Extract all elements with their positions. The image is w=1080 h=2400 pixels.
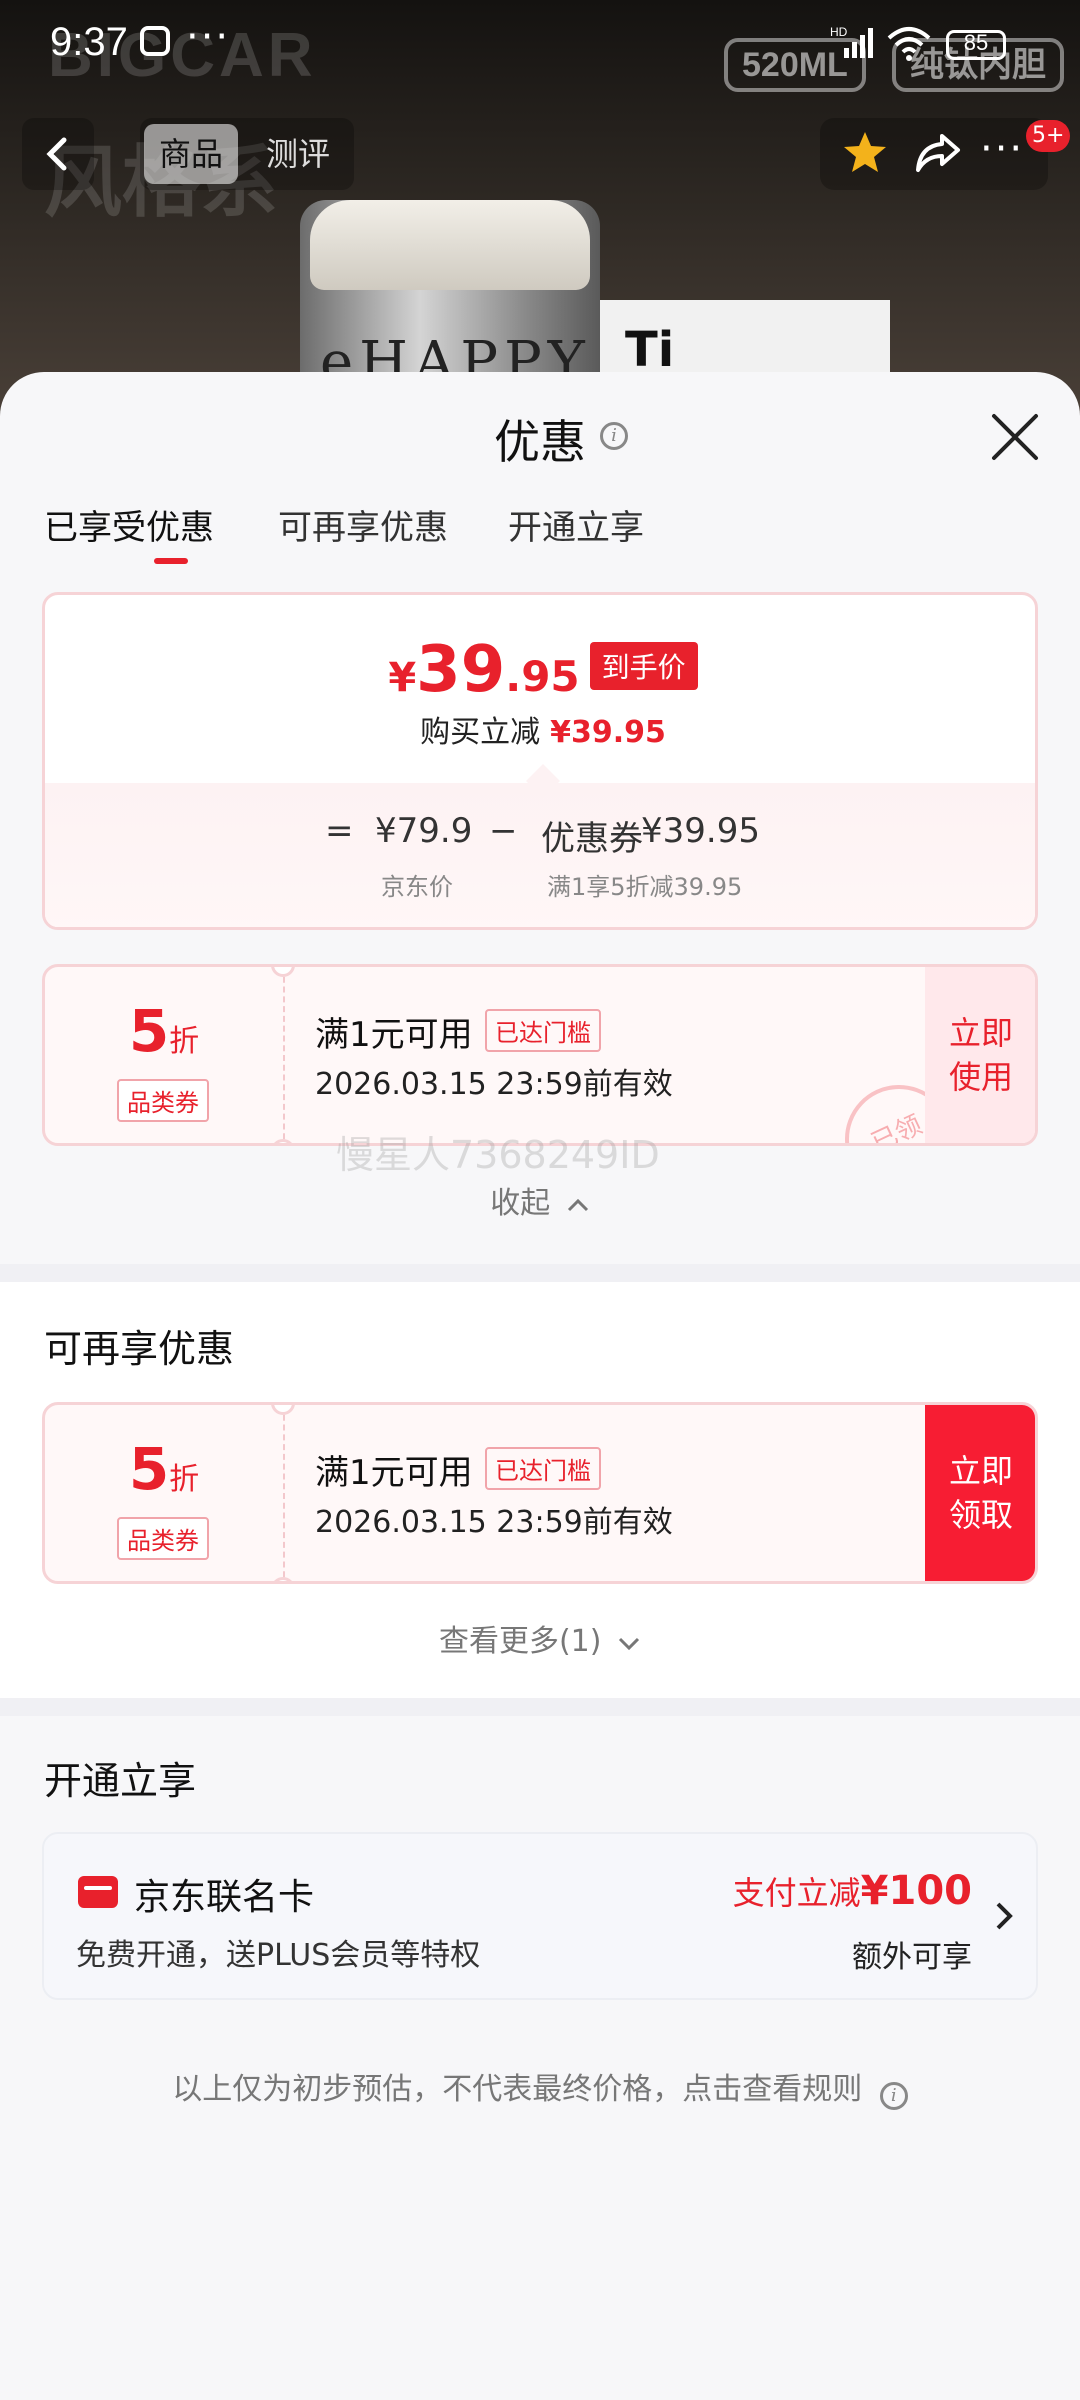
- back-button[interactable]: [22, 118, 94, 190]
- chevron-up-icon: [567, 1198, 588, 1212]
- credit-card-icon: [78, 1876, 118, 1908]
- discount-number: 5: [128, 1435, 170, 1503]
- discount-unit: 折: [169, 1024, 200, 1059]
- rules-note[interactable]: 以上仅为初步预估，不代表最终价格，点击查看规则 i: [0, 2064, 1080, 2110]
- coupon-left-panel: 5折 品类券: [45, 967, 285, 1143]
- card-description: 免费开通，送PLUS会员等特权: [76, 1938, 481, 1973]
- discount-unit: 折: [169, 1462, 200, 1497]
- equals-sign: =: [325, 811, 354, 851]
- view-more-label: 查看更多(1): [438, 1624, 602, 1659]
- sheet-title: 优惠: [494, 415, 586, 469]
- view-more-button[interactable]: 查看更多(1): [0, 1616, 1080, 1660]
- final-price: ¥39.95 到手价: [45, 633, 1035, 707]
- sheet-header: 优惠 i: [0, 406, 1080, 469]
- price-breakdown: = ¥79.9 − 优惠券 ¥39.95 京东价 满1享5折减39.95: [45, 783, 1035, 927]
- tab-more-discounts[interactable]: 可再享优惠: [278, 500, 448, 549]
- use-now-line2: 使用: [948, 1058, 1013, 1096]
- info-icon: i: [879, 2082, 908, 2110]
- instant-discount-line: 购买立减 ¥39.95: [45, 707, 1035, 751]
- threshold-met-badge: 已达门槛: [485, 1009, 601, 1052]
- close-icon[interactable]: [988, 410, 1042, 464]
- coupon-left-panel: 5折 品类券: [45, 1405, 285, 1581]
- card-promo-prefix: 支付立减: [732, 1874, 861, 1912]
- svg-text:HD: HD: [830, 26, 848, 39]
- share-icon[interactable]: [912, 130, 962, 176]
- instant-discount-value: ¥39.95: [550, 715, 666, 750]
- tab-open-benefits[interactable]: 开通立享: [508, 500, 644, 549]
- coupon-validity: 2026.03.15 23:59前有效: [315, 1067, 673, 1102]
- coupon-rule: 满1享5折减39.95: [547, 873, 743, 901]
- open-benefits-section: [0, 1716, 1080, 2400]
- use-now-button[interactable]: 立即 使用: [925, 967, 1035, 1143]
- co-branded-card-offer[interactable]: 京东联名卡 免费开通，送PLUS会员等特权 支付立减¥100 额外可享: [42, 1832, 1038, 2000]
- claim-now-line2: 领取: [948, 1496, 1013, 1534]
- section-divider: [0, 1698, 1080, 1716]
- coupon-discount: 5折: [45, 1435, 283, 1503]
- card-promo-amount: ¥100: [860, 1868, 972, 1914]
- threshold-met-badge: 已达门槛: [485, 1447, 601, 1490]
- jd-price-label: 京东价: [381, 873, 453, 901]
- battery-level: 85: [963, 30, 989, 55]
- coupon-value: ¥39.95: [641, 811, 760, 851]
- final-price-card: ¥39.95 到手价 购买立减 ¥39.95 = ¥79.9 − 优惠券 ¥39.9…: [42, 592, 1038, 930]
- collapse-label: 收起: [490, 1186, 551, 1221]
- coupon-validity: 2026.03.15 23:59前有效: [315, 1505, 673, 1540]
- card-promo: 支付立减¥100: [733, 1868, 972, 1914]
- alarm-icon: [140, 26, 170, 56]
- instant-discount-label: 购买立减: [420, 715, 541, 750]
- open-benefits-title: 开通立享: [44, 1759, 197, 1803]
- available-coupon-card: 5折 品类券 满1元可用 已达门槛 2026.03.15 23:59前有效 立即…: [42, 1402, 1038, 1584]
- use-now-line1: 立即: [948, 1014, 1013, 1052]
- more-discounts-title: 可再享优惠: [44, 1327, 235, 1371]
- tab-enjoyed-discounts[interactable]: 已享受优惠: [44, 500, 214, 549]
- coupon-category: 品类券: [117, 1079, 209, 1122]
- coupon-condition: 满1元可用: [315, 1015, 473, 1055]
- price-integer: 39: [416, 633, 506, 707]
- tab-product[interactable]: 商品: [144, 124, 238, 184]
- rules-note-text: 以上仅为初步预估，不代表最终价格，点击查看规则: [172, 2072, 863, 2107]
- page-tabs: 商品 测评: [140, 118, 354, 190]
- info-icon[interactable]: i: [600, 422, 628, 450]
- more-notifications-icon: ···: [186, 14, 231, 60]
- nav-actions: ···: [820, 118, 1048, 190]
- favorite-star-icon[interactable]: [840, 128, 890, 178]
- minus-sign: −: [489, 811, 518, 851]
- coupon-category: 品类券: [117, 1517, 209, 1560]
- chevron-right-icon: [996, 1902, 1013, 1930]
- claim-now-button[interactable]: 立即 领取: [925, 1405, 1035, 1581]
- active-tab-indicator: [154, 558, 188, 564]
- cup-lid-image: [310, 200, 590, 290]
- collapse-button[interactable]: 收起: [0, 1178, 1080, 1222]
- more-options-icon[interactable]: ···: [980, 126, 1024, 172]
- status-time: 9:37: [50, 20, 128, 64]
- signal-icon: HD: [830, 26, 873, 58]
- discount-number: 5: [128, 997, 170, 1065]
- coupon-label: 优惠券: [541, 819, 643, 859]
- user-watermark: 慢星人7368249ID: [336, 1133, 660, 1177]
- status-bar: 9:37 ··· HD 85: [0, 0, 1080, 90]
- battery-icon: 85: [946, 30, 1006, 60]
- currency-symbol: ¥: [388, 655, 417, 701]
- discount-tabs: 已享受优惠 可再享优惠 开通立享: [44, 500, 1044, 580]
- tab-review[interactable]: 测评: [266, 118, 330, 190]
- coupon-condition: 满1元可用: [315, 1453, 473, 1493]
- coupon-discount: 5折: [45, 997, 283, 1065]
- section-divider: [0, 1264, 1080, 1282]
- message-badge: 5+: [1026, 120, 1071, 152]
- wifi-icon: [887, 27, 931, 61]
- card-extra-label: 额外可享: [852, 1940, 972, 1975]
- package-box-text: Ti: [625, 322, 675, 378]
- claim-now-line1: 立即: [948, 1452, 1013, 1490]
- chevron-down-icon: [618, 1637, 640, 1651]
- price-decimal: .95: [505, 652, 580, 701]
- used-coupon-card: 5折 品类券 满1元可用 已达门槛 2026.03.15 23:59前有效 已领…: [42, 964, 1038, 1146]
- chevron-left-icon: [46, 137, 67, 171]
- card-name: 京东联名卡: [134, 1877, 315, 1918]
- final-price-tag: 到手价: [589, 642, 698, 690]
- jd-price-value: ¥79.9: [375, 811, 473, 851]
